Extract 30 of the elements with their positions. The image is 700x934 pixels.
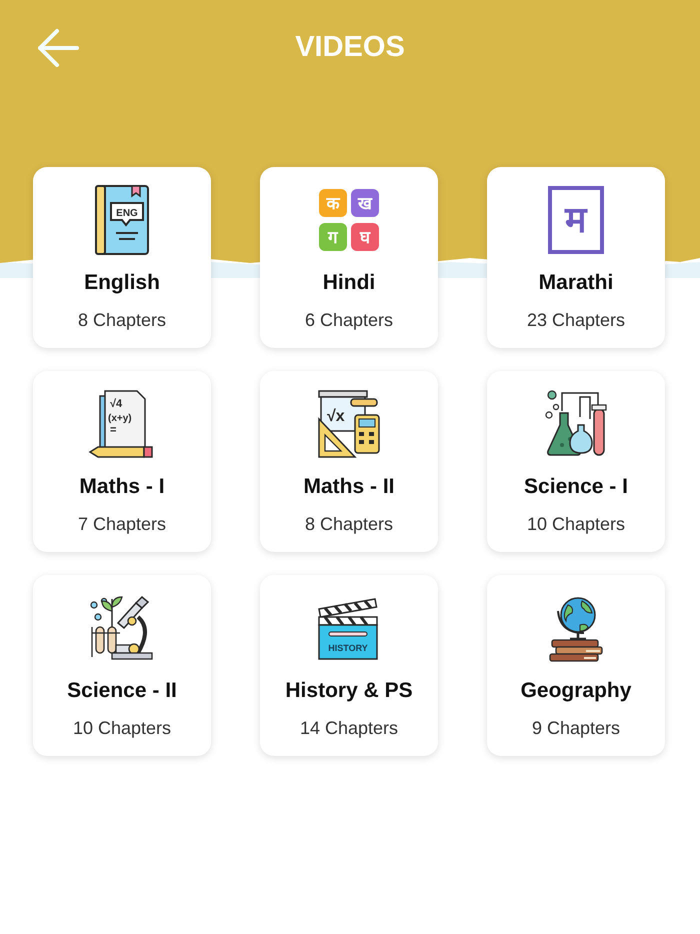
chapter-count: 9 Chapters <box>532 717 620 740</box>
subject-card[interactable]: ENG English 8 Chapters <box>33 167 211 348</box>
chapter-count: 23 Chapters <box>526 309 626 332</box>
subject-card[interactable]: Science - II 10 Chapters <box>33 575 211 756</box>
subject-card[interactable]: HISTORY History & PS 14 Chapters <box>260 575 438 756</box>
page-title: VIDEOS <box>295 32 405 62</box>
subject-card[interactable]: √x Maths - II 8 Chapters <box>260 371 438 552</box>
chapter-count: 8 Chapters <box>78 309 166 332</box>
subject-title: English <box>84 270 160 296</box>
subject-title: Maths - I <box>79 474 165 500</box>
chapter-count: 10 Chapters <box>72 717 172 740</box>
subject-title: Geography <box>520 678 632 704</box>
subject-card[interactable]: म Marathi 23 Chapters <box>487 167 665 348</box>
chapter-count: 10 Chapters <box>526 513 626 536</box>
back-button[interactable] <box>36 27 80 69</box>
chapter-count: 8 Chapters <box>304 513 394 536</box>
subject-card[interactable]: Science - I 10 Chapters <box>487 371 665 552</box>
subject-title: Science - II <box>67 678 177 704</box>
subject-title: Marathi <box>538 270 614 296</box>
chapter-count: 6 Chapters <box>304 309 394 332</box>
subject-card[interactable]: √4 (x+y) = Maths - I 7 Chapters <box>33 371 211 552</box>
subject-card[interactable]: क ख ग घ Hindi 6 Chapters <box>260 167 438 348</box>
subject-title: Science - I <box>524 474 628 500</box>
subject-title: History & PS <box>285 678 413 704</box>
chapter-count: 7 Chapters <box>78 513 166 536</box>
back-arrow-icon <box>37 28 79 68</box>
subject-card[interactable]: Geography 9 Chapters <box>487 575 665 756</box>
subject-title: Hindi <box>322 270 376 296</box>
subject-title: Maths - II <box>303 474 394 500</box>
chapter-count: 14 Chapters <box>300 717 398 740</box>
